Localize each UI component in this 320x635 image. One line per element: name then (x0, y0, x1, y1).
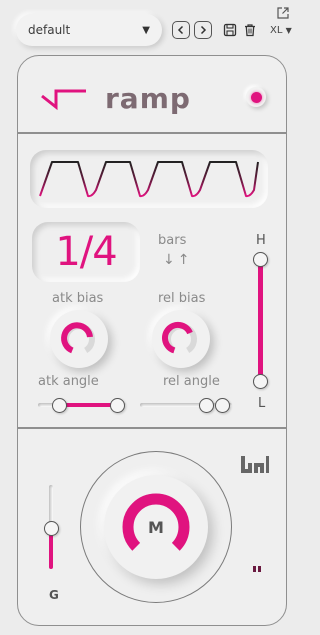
range-low-handle[interactable] (253, 374, 268, 389)
output-section-divider (18, 427, 286, 429)
module-power-toggle[interactable] (246, 87, 266, 107)
ramp-module-panel: ramp 1/4 bars ↓↑ atk bias rel bias atk a… (17, 55, 287, 626)
brand-logo-icon (241, 456, 269, 473)
ui-size-selector[interactable]: XL ▼ (270, 25, 292, 36)
range-slider-fill (258, 259, 263, 385)
gain-slider-handle[interactable] (44, 521, 59, 536)
chevron-down-icon: ▼ (142, 24, 150, 36)
chevron-right-icon (200, 25, 207, 35)
ramp-shape-icon (41, 89, 86, 111)
trash-icon (245, 24, 255, 37)
ui-size-value: XL (270, 25, 283, 36)
popout-window-icon[interactable] (276, 6, 290, 20)
rel-angle-slider-handle-low[interactable] (199, 398, 214, 413)
output-meter-icon (253, 566, 261, 572)
preset-dropdown[interactable]: default ▼ (16, 14, 162, 46)
rate-unit-toggle-arrows-icon[interactable]: ↓↑ (163, 252, 192, 268)
save-icon (223, 23, 237, 37)
range-low-label: L (258, 396, 266, 411)
rel-angle-label: rel angle (163, 374, 220, 389)
atk-angle-label: atk angle (38, 374, 99, 389)
gain-label: G (49, 588, 59, 602)
waveform-display[interactable] (30, 150, 268, 208)
rel-angle-slider-handle-high[interactable] (215, 398, 230, 413)
atk-bias-label: atk bias (52, 291, 104, 306)
ramp-waveform-graph (39, 161, 259, 198)
atk-angle-slider-handle-low[interactable] (52, 398, 67, 413)
atk-bias-arc (61, 322, 95, 354)
atk-bias-knob[interactable] (50, 310, 108, 368)
next-preset-button[interactable] (194, 21, 212, 39)
rel-bias-arc (161, 321, 197, 354)
range-high-label: H (256, 233, 266, 248)
mix-knob[interactable]: M (104, 475, 208, 579)
chevron-left-icon (177, 25, 184, 35)
rate-display[interactable]: 1/4 (32, 222, 140, 282)
chevron-down-icon: ▼ (285, 26, 292, 35)
rel-bias-knob[interactable] (152, 310, 210, 368)
mix-label: M (148, 517, 164, 537)
range-high-handle[interactable] (253, 252, 268, 267)
mix-knob-ring: M (80, 451, 232, 603)
save-preset-button[interactable] (221, 21, 239, 39)
module-title: ramp (105, 82, 191, 115)
header-divider (18, 132, 286, 134)
previous-preset-button[interactable] (172, 21, 190, 39)
rate-unit-label[interactable]: bars (158, 233, 186, 248)
preset-name: default (28, 23, 71, 37)
delete-preset-button[interactable] (241, 21, 259, 39)
power-indicator-icon (250, 91, 262, 103)
range-slider-track[interactable] (258, 259, 263, 385)
rel-bias-label: rel bias (158, 291, 206, 306)
atk-angle-slider-handle-high[interactable] (110, 398, 125, 413)
